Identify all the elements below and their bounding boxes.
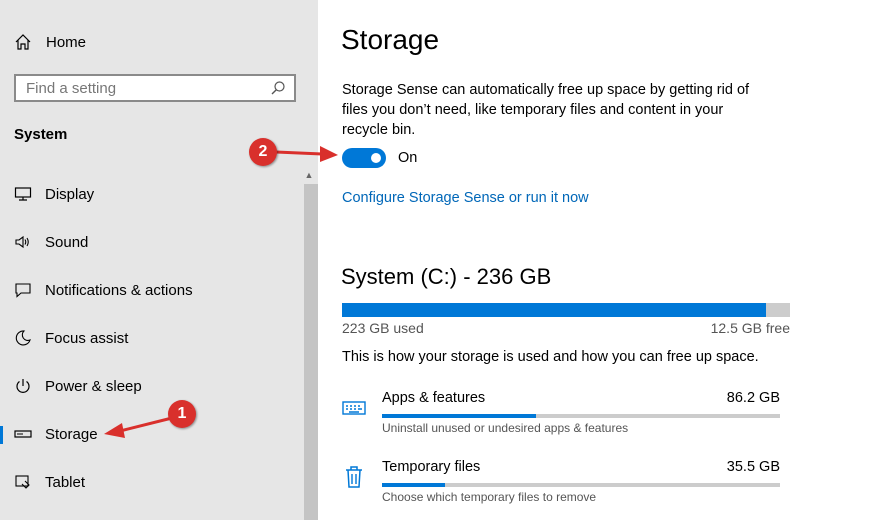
search-input[interactable] xyxy=(24,78,270,98)
sidebar-item-label: Sound xyxy=(45,233,89,251)
drive-title: System (C:) - 236 GB xyxy=(341,264,552,289)
sidebar-item-focus-assist[interactable]: Focus assist xyxy=(0,322,300,354)
sidebar-scrollbar[interactable]: ▲ xyxy=(302,168,318,520)
sidebar-item-notifications[interactable]: Notifications & actions xyxy=(0,274,300,306)
sidebar-item-display[interactable]: Display xyxy=(0,178,300,210)
annotation-badge-2: 2 xyxy=(249,138,277,166)
message-icon xyxy=(14,281,32,299)
power-icon xyxy=(14,377,32,395)
trash-icon xyxy=(342,465,366,489)
toggle-state-label: On xyxy=(398,150,418,166)
category-name: Apps & features xyxy=(382,390,486,406)
category-size: 35.5 GB xyxy=(726,459,780,475)
usage-description: This is how your storage is used and how… xyxy=(342,349,759,365)
sidebar-item-storage[interactable]: Storage xyxy=(0,418,300,450)
scroll-thumb[interactable] xyxy=(304,184,318,520)
sidebar-item-power-sleep[interactable]: Power & sleep xyxy=(0,370,300,402)
scroll-up-arrow-icon[interactable]: ▲ xyxy=(304,170,314,180)
category-description: Uninstall unused or undesired apps & fea… xyxy=(382,421,629,435)
category-usage-fill xyxy=(382,483,446,487)
category-usage-bar xyxy=(382,414,780,418)
drive-icon xyxy=(14,425,32,443)
sidebar-item-sound[interactable]: Sound xyxy=(0,226,300,258)
main-content: Storage Storage Sense can automatically … xyxy=(318,0,876,520)
speaker-icon xyxy=(14,233,32,251)
annotation-badge-1: 1 xyxy=(168,400,196,428)
drive-free-label: 12.5 GB free xyxy=(710,320,790,336)
monitor-icon xyxy=(14,185,32,203)
category-temporary-files[interactable]: Temporary files 35.5 GB Choose which tem… xyxy=(342,459,782,519)
drive-used-label: 223 GB used xyxy=(342,320,424,336)
category-usage-fill xyxy=(382,414,536,418)
moon-icon xyxy=(14,329,32,347)
sidebar: Home System Display Sound Notifications … xyxy=(0,0,318,520)
tablet-icon xyxy=(14,473,32,491)
sidebar-item-label: Notifications & actions xyxy=(45,281,193,299)
category-name: Temporary files xyxy=(382,459,481,475)
category-apps-features[interactable]: Apps & features 86.2 GB Uninstall unused… xyxy=(342,390,782,450)
category-usage-bar xyxy=(382,483,780,487)
sidebar-item-label: Power & sleep xyxy=(45,377,142,395)
sidebar-item-tablet[interactable]: Tablet xyxy=(0,466,300,498)
search-box[interactable] xyxy=(14,74,296,102)
drive-usage-fill xyxy=(342,303,767,317)
sidebar-item-label: Tablet xyxy=(45,473,86,491)
keyboard-icon xyxy=(342,396,366,420)
sidebar-item-label: Focus assist xyxy=(45,329,129,347)
storage-sense-toggle[interactable] xyxy=(342,148,386,168)
home-nav-item[interactable]: Home xyxy=(14,30,86,54)
search-icon[interactable] xyxy=(270,80,286,96)
storage-sense-description: Storage Sense can automatically free up … xyxy=(342,82,750,138)
configure-storage-sense-link[interactable]: Configure Storage Sense or run it now xyxy=(342,190,589,206)
category-size: 86.2 GB xyxy=(726,390,780,406)
drive-usage-bar xyxy=(342,303,790,317)
category-description: Choose which temporary files to remove xyxy=(382,490,597,504)
home-icon xyxy=(14,33,32,51)
section-title: System xyxy=(14,126,68,143)
toggle-knob xyxy=(371,153,381,163)
sidebar-item-label: Storage xyxy=(45,425,98,443)
home-label: Home xyxy=(46,33,87,51)
page-title: Storage xyxy=(341,24,440,55)
sidebar-item-label: Display xyxy=(45,185,95,203)
